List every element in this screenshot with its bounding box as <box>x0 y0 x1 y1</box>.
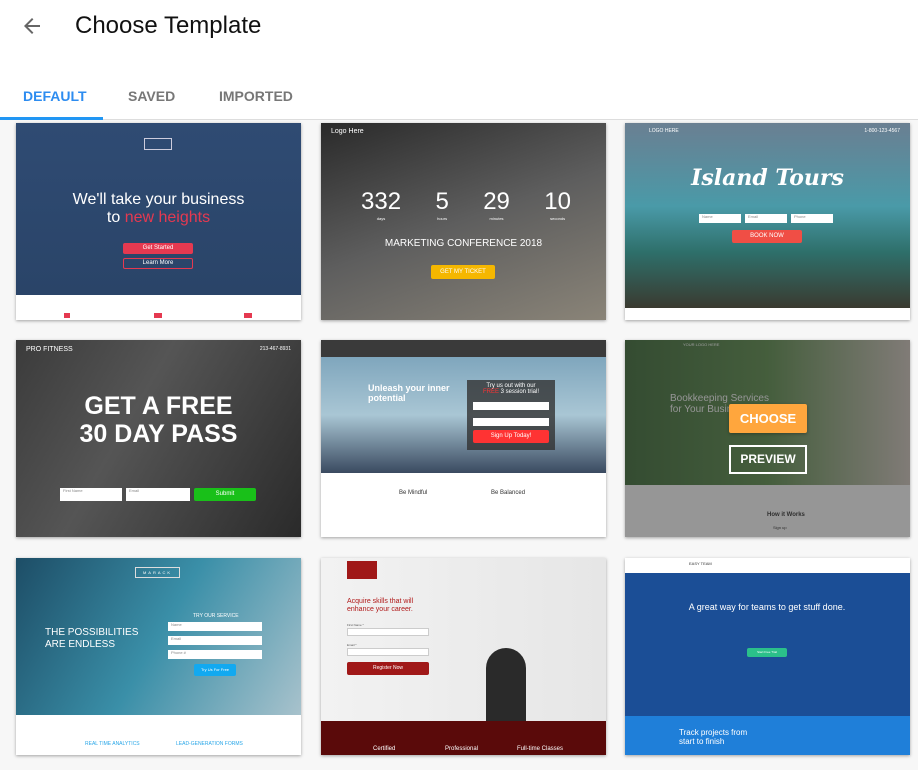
logo-text: EASY TEAM <box>689 561 712 566</box>
logo-icon <box>347 561 377 579</box>
template-card-career[interactable]: Acquire skills that will enhance your car… <box>321 558 606 755</box>
headline: Unleash your inner potential <box>368 383 450 403</box>
template-card-bookkeeping[interactable]: YOUR LOGO HERE Bookkeeping Services for … <box>625 340 910 537</box>
headline: A great way for teams to get stuff done. <box>688 602 846 612</box>
headline: Acquire skills that will enhance your car… <box>347 598 414 613</box>
template-card-conference[interactable]: Logo Here 332 days 5 hours 29 minutes 10 sec… <box>321 123 606 320</box>
headline: Island Tours <box>691 165 844 191</box>
feature-title: Be Mindful <box>399 490 428 496</box>
app-header: Choose Template <box>0 0 918 56</box>
logo-text: LOGO HERE <box>649 128 679 134</box>
logo-icon <box>144 138 172 150</box>
template-card-easy-team[interactable]: EASY TEAM A great way for teams to get s… <box>625 558 910 755</box>
signup-form: Try us out with our FREE 3 session trial!… <box>467 380 555 450</box>
headline-line2: to new heights <box>106 209 211 226</box>
logo-text: Logo Here <box>331 128 364 135</box>
phone-text: 1-800-123-4567 <box>864 128 900 134</box>
headline: MARKETING CONFERENCE 2018 <box>384 238 543 249</box>
feature-title: Be Balanced <box>491 490 526 496</box>
template-card-island-tours[interactable]: LOGO HERE 1-800-123-4567 Island Tours Na… <box>625 123 910 320</box>
template-card-fitness[interactable]: PRO FITNESS 213-467-8931 GET A FREE 30 D… <box>16 340 301 537</box>
tab-imported[interactable]: IMPORTED <box>219 88 293 104</box>
register-button: Register Now <box>347 662 429 675</box>
template-card-marack[interactable]: MARACK TRY OUR SERVICE THE POSSIBILITIES… <box>16 558 301 755</box>
headline: We'll take your business <box>72 191 245 208</box>
try-button: Try Us For Free <box>194 664 236 676</box>
template-grid: We'll take your business to new heights … <box>0 120 918 770</box>
footer-headline: Track projects from start to finish <box>679 728 748 746</box>
choose-button[interactable]: CHOOSE <box>729 404 807 433</box>
hover-overlay <box>625 340 910 537</box>
headline-line2: ARE ENDLESS <box>45 639 116 650</box>
phone-text: 213-467-8931 <box>259 346 291 352</box>
headline: GET A FREE <box>84 392 233 420</box>
tab-saved[interactable]: SAVED <box>128 88 175 104</box>
arrow-left-icon[interactable] <box>20 14 44 38</box>
ticket-button: GET MY TICKET <box>431 265 495 279</box>
preview-button[interactable]: PREVIEW <box>729 445 807 474</box>
book-now-button: BOOK NOW <box>732 230 802 243</box>
headline: THE POSSIBILITIES <box>45 627 139 638</box>
trial-button: Start Free Trial <box>747 648 787 657</box>
get-started-button: Get Started <box>123 243 193 254</box>
feature-title: LEAD-GENERATION FORMS <box>176 741 243 747</box>
template-tabs: DEFAULT SAVED IMPORTED <box>0 78 918 120</box>
learn-more-button: Learn More <box>123 258 193 269</box>
headline-line2: 30 DAY PASS <box>79 420 238 448</box>
template-card-business[interactable]: We'll take your business to new heights … <box>16 123 301 320</box>
page-title: Choose Template <box>75 12 262 39</box>
template-card-yoga[interactable]: Unleash your inner potential Try us out … <box>321 340 606 537</box>
submit-button: Submit <box>194 488 256 501</box>
feature-title: REAL TIME ANALYTICS <box>85 741 140 747</box>
logo-text: MARACK <box>135 567 180 578</box>
countdown: 332 days 5 hours 29 minutes 10 seconds <box>361 188 571 221</box>
form-title: TRY OUR SERVICE <box>193 613 239 619</box>
logo-text: PRO FITNESS <box>26 346 73 353</box>
tab-default[interactable]: DEFAULT <box>23 88 87 104</box>
